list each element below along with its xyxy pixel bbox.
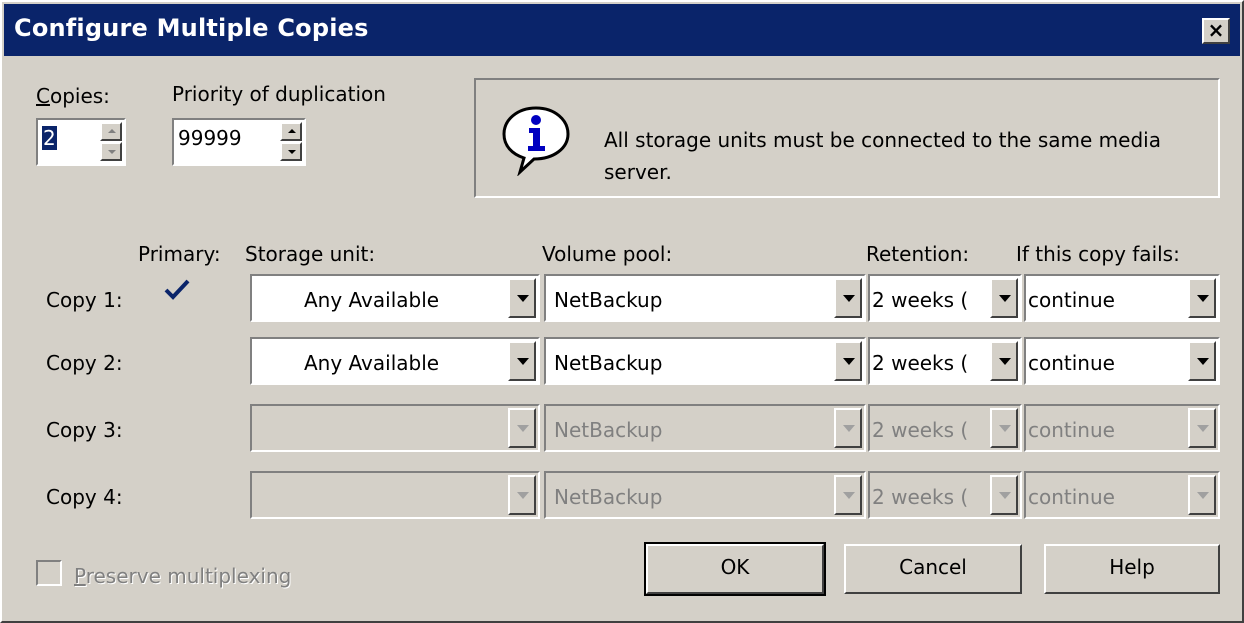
retention-select-dropdown-button[interactable] xyxy=(990,278,1018,318)
retention-select[interactable]: 2 weeks ( xyxy=(868,274,1022,322)
storage-unit-select-dropdown-button[interactable] xyxy=(508,341,536,381)
if-fails-column-header: If this copy fails: xyxy=(1016,242,1180,266)
copy-row-label: Copy 1: xyxy=(46,288,123,312)
ok-button[interactable]: OK xyxy=(644,542,826,596)
if-fails-select-value: continue xyxy=(1028,418,1115,442)
if-fails-select: continue xyxy=(1024,471,1220,519)
if-fails-select-dropdown-button xyxy=(1188,408,1216,448)
copies-spinner[interactable]: 2 xyxy=(36,118,126,166)
storage-unit-select-dropdown-button xyxy=(508,475,536,515)
priority-down-button[interactable] xyxy=(280,142,302,161)
storage-unit-select-value: Any Available xyxy=(304,351,440,375)
window-title: Configure Multiple Copies xyxy=(14,14,369,42)
help-button[interactable]: Help xyxy=(1044,544,1220,594)
volume-pool-select-value: NetBackup xyxy=(554,351,663,375)
retention-select: 2 weeks ( xyxy=(868,471,1022,519)
copies-up-button[interactable] xyxy=(100,122,122,141)
chevron-down-icon xyxy=(517,358,529,365)
storage-unit-select xyxy=(250,471,540,519)
retention-select[interactable]: 2 weeks ( xyxy=(868,337,1022,385)
arrow-down-icon xyxy=(108,150,116,154)
if-fails-select-value: continue xyxy=(1028,288,1115,312)
retention-select-value: 2 weeks ( xyxy=(872,418,969,442)
retention-select-value: 2 weeks ( xyxy=(872,351,969,375)
chevron-down-icon xyxy=(517,425,529,432)
priority-label: Priority of duplication xyxy=(172,82,386,106)
chevron-down-icon xyxy=(1197,492,1209,499)
chevron-down-icon xyxy=(843,425,855,432)
priority-up-button[interactable] xyxy=(280,122,302,141)
arrow-down-icon xyxy=(288,150,296,154)
if-fails-select-value: continue xyxy=(1028,351,1115,375)
retention-column-header: Retention: xyxy=(866,242,970,266)
volume-pool-select-value: NetBackup xyxy=(554,288,663,312)
volume-pool-select[interactable]: NetBackup xyxy=(544,274,866,322)
retention-select-dropdown-button xyxy=(990,475,1018,515)
if-fails-select[interactable]: continue xyxy=(1024,274,1220,322)
volume-pool-select-dropdown-button xyxy=(834,408,862,448)
volume-pool-column-header: Volume pool: xyxy=(542,242,673,266)
priority-spinner[interactable]: 99999 xyxy=(172,118,306,166)
volume-pool-select: NetBackup xyxy=(544,404,866,452)
volume-pool-select-dropdown-button xyxy=(834,475,862,515)
retention-select-value: 2 weeks ( xyxy=(872,288,969,312)
preserve-multiplexing-checkbox[interactable] xyxy=(36,560,62,586)
close-icon: × xyxy=(1207,18,1225,42)
volume-pool-select-value: NetBackup xyxy=(554,418,663,442)
storage-unit-select[interactable]: Any Available xyxy=(250,274,540,322)
chevron-down-icon xyxy=(517,295,529,302)
chevron-down-icon xyxy=(843,358,855,365)
storage-unit-select-dropdown-button[interactable] xyxy=(508,278,536,318)
copy-row-label: Copy 3: xyxy=(46,418,123,442)
chevron-down-icon xyxy=(843,492,855,499)
volume-pool-select-dropdown-button[interactable] xyxy=(834,278,862,318)
copies-label: Copies: xyxy=(36,84,110,108)
priority-value[interactable]: 99999 xyxy=(178,126,242,150)
if-fails-select-dropdown-button xyxy=(1188,475,1216,515)
cancel-button[interactable]: Cancel xyxy=(844,544,1022,594)
volume-pool-select-dropdown-button[interactable] xyxy=(834,341,862,381)
chevron-down-icon xyxy=(1197,295,1209,302)
chevron-down-icon xyxy=(999,358,1011,365)
primary-checkmark-icon[interactable] xyxy=(164,278,190,300)
volume-pool-select[interactable]: NetBackup xyxy=(544,337,866,385)
chevron-down-icon xyxy=(1197,425,1209,432)
retention-select-value: 2 weeks ( xyxy=(872,485,969,509)
title-bar[interactable]: Configure Multiple Copies × xyxy=(4,4,1240,56)
if-fails-select-dropdown-button[interactable] xyxy=(1188,278,1216,318)
close-button[interactable]: × xyxy=(1202,18,1230,44)
copies-value[interactable]: 2 xyxy=(42,126,57,150)
volume-pool-select: NetBackup xyxy=(544,471,866,519)
retention-select: 2 weeks ( xyxy=(868,404,1022,452)
if-fails-select-dropdown-button[interactable] xyxy=(1188,341,1216,381)
preserve-multiplexing-label: Preserve multiplexing xyxy=(74,564,292,588)
volume-pool-select-value: NetBackup xyxy=(554,485,663,509)
retention-select-dropdown-button[interactable] xyxy=(990,341,1018,381)
retention-select-dropdown-button xyxy=(990,408,1018,448)
arrow-up-icon xyxy=(288,129,296,133)
chevron-down-icon xyxy=(517,492,529,499)
primary-column-header: Primary: xyxy=(138,242,221,266)
info-balloon-icon xyxy=(502,106,570,176)
storage-unit-select xyxy=(250,404,540,452)
chevron-down-icon xyxy=(1197,358,1209,365)
storage-unit-column-header: Storage unit: xyxy=(245,242,376,266)
info-panel: All storage units must be connected to t… xyxy=(474,78,1220,198)
storage-unit-select-dropdown-button xyxy=(508,408,536,448)
copy-row-label: Copy 2: xyxy=(46,351,123,375)
info-message: All storage units must be connected to t… xyxy=(604,128,1161,184)
chevron-down-icon xyxy=(999,492,1011,499)
chevron-down-icon xyxy=(999,295,1011,302)
copies-down-button[interactable] xyxy=(100,142,122,161)
storage-unit-select[interactable]: Any Available xyxy=(250,337,540,385)
chevron-down-icon xyxy=(843,295,855,302)
copy-row-label: Copy 4: xyxy=(46,485,123,509)
if-fails-select: continue xyxy=(1024,404,1220,452)
if-fails-select-value: continue xyxy=(1028,485,1115,509)
if-fails-select[interactable]: continue xyxy=(1024,337,1220,385)
storage-unit-select-value: Any Available xyxy=(304,288,440,312)
configure-multiple-copies-dialog: Configure Multiple Copies × Copies: 2 Pr… xyxy=(0,0,1244,623)
arrow-up-icon xyxy=(108,129,116,133)
chevron-down-icon xyxy=(999,425,1011,432)
